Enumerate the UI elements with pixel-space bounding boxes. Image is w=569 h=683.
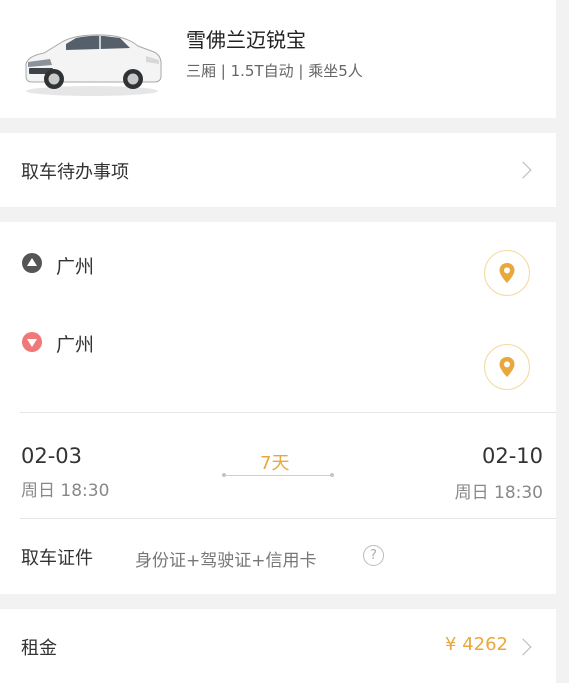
pickup-map-button[interactable] (484, 250, 530, 296)
car-image (25, 34, 162, 96)
return-date[interactable]: 02-10 (482, 444, 543, 468)
pickup-date[interactable]: 02-03 (21, 444, 82, 468)
divider (20, 412, 556, 413)
documents-label: 取车证件 (21, 548, 93, 569)
documents-value: 身份证+驾驶证+信用卡 (135, 551, 317, 571)
duration-line (222, 473, 334, 477)
car-info-card: 雪佛兰迈锐宝 三厢 | 1.5T自动 | 乘坐5人 (0, 0, 556, 118)
location-pin-icon (499, 263, 515, 283)
rent-label: 租金 (21, 638, 57, 659)
pickup-marker-icon (22, 253, 42, 273)
chevron-right-icon (514, 638, 532, 656)
return-time[interactable]: 周日 18:30 (455, 478, 543, 503)
return-map-button[interactable] (484, 344, 530, 390)
divider (20, 518, 556, 519)
rent-row[interactable]: 租金 ¥ 4262 (0, 609, 556, 683)
pickup-todo-row[interactable]: 取车待办事项 (0, 133, 556, 207)
pickup-todo-label: 取车待办事项 (21, 162, 129, 183)
chevron-right-icon (514, 161, 532, 179)
car-spec: 三厢 | 1.5T自动 | 乘坐5人 (186, 62, 363, 80)
pickup-city[interactable]: 广州 (56, 252, 94, 279)
rent-value: ¥ 4262 (445, 634, 508, 655)
return-city[interactable]: 广州 (56, 330, 94, 357)
car-name: 雪佛兰迈锐宝 (186, 28, 306, 52)
return-marker-icon (22, 332, 42, 352)
rental-duration: 7天 (260, 453, 290, 474)
help-icon[interactable]: ? (363, 545, 384, 566)
page-edge (556, 0, 569, 683)
pickup-time[interactable]: 周日 18:30 (21, 476, 109, 501)
trip-card: 广州 广州 02-03 周日 18:30 7天 02-10 周日 18:30 取… (0, 222, 556, 594)
location-pin-icon (499, 357, 515, 377)
